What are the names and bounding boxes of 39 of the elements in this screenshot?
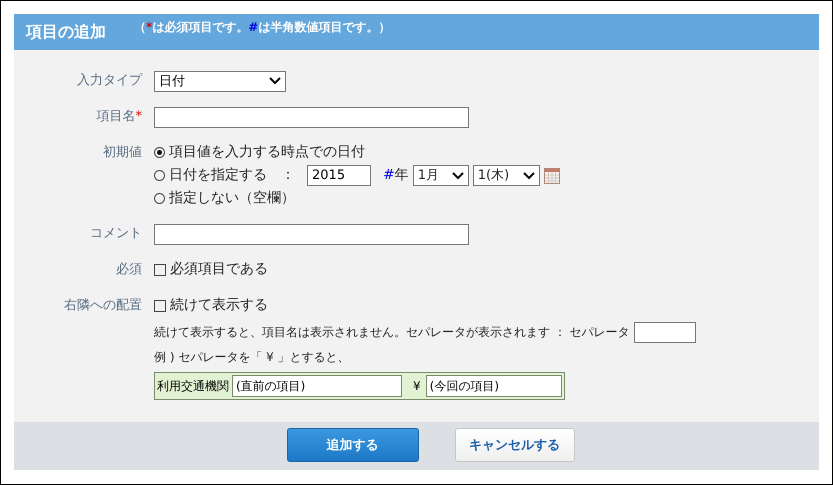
checkbox-label: 続けて表示する bbox=[170, 296, 268, 315]
month-dropdown[interactable]: 1月 bbox=[412, 165, 469, 186]
radio-button[interactable] bbox=[154, 193, 165, 204]
colon-text: ： bbox=[281, 166, 295, 185]
help-text: 続けて表示すると、項目名は表示されません。セパレータが表示されます ： セパレータ bbox=[154, 324, 630, 341]
input-type-dropdown[interactable]: 日付 bbox=[154, 70, 286, 92]
chevron-down-icon bbox=[452, 172, 464, 180]
field-label: 初期値 bbox=[103, 144, 142, 162]
checkbox[interactable] bbox=[154, 300, 166, 312]
option-label: 日付を指定する bbox=[169, 166, 267, 185]
dialog-title: 項目の追加 bbox=[26, 22, 106, 42]
field-name-input[interactable] bbox=[154, 107, 469, 128]
separator-text: ¥ bbox=[413, 379, 421, 393]
chevron-down-icon bbox=[269, 77, 281, 85]
cancel-button[interactable]: キャンセルする bbox=[454, 428, 574, 462]
chevron-down-icon bbox=[522, 172, 535, 180]
year-input[interactable]: 2015 bbox=[307, 165, 371, 186]
field-label: 右隣への配置 bbox=[64, 297, 142, 315]
day-dropdown[interactable]: 1(木) bbox=[472, 165, 540, 186]
option-label: 指定しない（空欄） bbox=[169, 189, 295, 208]
checkbox[interactable] bbox=[154, 264, 166, 276]
example-text: 例 ) セパレータを「 ¥ 」とすると、 bbox=[154, 349, 350, 366]
field-label: 項目名* bbox=[96, 108, 142, 126]
comment-input[interactable] bbox=[154, 224, 469, 245]
checkbox-label: 必須項目である bbox=[170, 260, 268, 279]
radio-button[interactable] bbox=[154, 147, 165, 158]
option-label: 項目値を入力する時点での日付 bbox=[169, 143, 365, 162]
preview-field: (直前の項目) bbox=[232, 375, 402, 397]
add-button[interactable]: 追加する bbox=[286, 428, 418, 462]
header-note: （*は必須項目です。#は半角数値項目です。） bbox=[134, 18, 390, 36]
calendar-icon[interactable] bbox=[544, 168, 560, 184]
year-label: #年 bbox=[383, 166, 409, 185]
separator-input[interactable] bbox=[634, 322, 696, 343]
field-label: 必須 bbox=[116, 261, 142, 279]
preview-field: (今回の項目) bbox=[426, 375, 562, 397]
field-label: 入力タイプ bbox=[77, 72, 142, 90]
preview-label: 利用交通機関 bbox=[157, 378, 229, 394]
field-label: コメント bbox=[90, 225, 142, 243]
radio-button[interactable] bbox=[154, 170, 165, 181]
